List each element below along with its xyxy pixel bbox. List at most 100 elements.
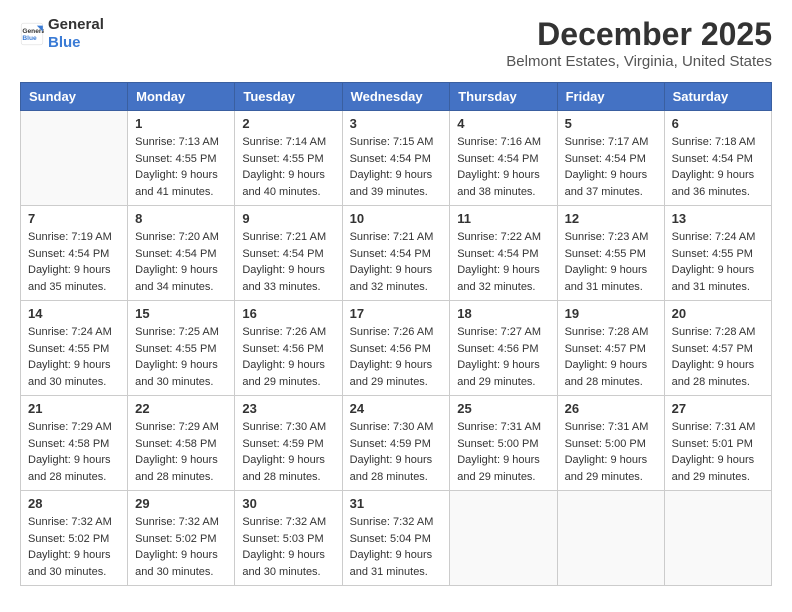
day-number: 11 bbox=[457, 211, 549, 226]
calendar-header-monday: Monday bbox=[128, 83, 235, 111]
day-info: Sunrise: 7:21 AMSunset: 4:54 PMDaylight:… bbox=[350, 229, 443, 295]
svg-text:Blue: Blue bbox=[22, 35, 37, 42]
day-number: 28 bbox=[28, 496, 120, 511]
day-info: Sunrise: 7:24 AMSunset: 4:55 PMDaylight:… bbox=[672, 229, 764, 295]
calendar-header-tuesday: Tuesday bbox=[235, 83, 342, 111]
day-number: 2 bbox=[242, 116, 334, 131]
day-number: 21 bbox=[28, 401, 120, 416]
calendar-header-saturday: Saturday bbox=[664, 83, 771, 111]
day-info: Sunrise: 7:22 AMSunset: 4:54 PMDaylight:… bbox=[457, 229, 549, 295]
calendar-cell bbox=[664, 491, 771, 586]
day-number: 23 bbox=[242, 401, 334, 416]
day-info: Sunrise: 7:17 AMSunset: 4:54 PMDaylight:… bbox=[565, 134, 657, 200]
calendar-cell: 10 Sunrise: 7:21 AMSunset: 4:54 PMDayligh… bbox=[342, 206, 450, 301]
calendar-cell: 21 Sunrise: 7:29 AMSunset: 4:58 PMDayligh… bbox=[21, 396, 128, 491]
calendar-cell: 18 Sunrise: 7:27 AMSunset: 4:56 PMDayligh… bbox=[450, 301, 557, 396]
calendar-cell: 23 Sunrise: 7:30 AMSunset: 4:59 PMDayligh… bbox=[235, 396, 342, 491]
calendar-header-friday: Friday bbox=[557, 83, 664, 111]
calendar-cell: 30 Sunrise: 7:32 AMSunset: 5:03 PMDayligh… bbox=[235, 491, 342, 586]
day-info: Sunrise: 7:31 AMSunset: 5:00 PMDaylight:… bbox=[565, 419, 657, 485]
calendar-cell bbox=[557, 491, 664, 586]
day-number: 16 bbox=[242, 306, 334, 321]
day-number: 6 bbox=[672, 116, 764, 131]
calendar-cell: 24 Sunrise: 7:30 AMSunset: 4:59 PMDayligh… bbox=[342, 396, 450, 491]
day-info: Sunrise: 7:28 AMSunset: 4:57 PMDaylight:… bbox=[672, 324, 764, 390]
day-number: 22 bbox=[135, 401, 227, 416]
day-number: 3 bbox=[350, 116, 443, 131]
calendar-header-wednesday: Wednesday bbox=[342, 83, 450, 111]
logo-icon: General Blue bbox=[20, 22, 44, 46]
day-info: Sunrise: 7:32 AMSunset: 5:02 PMDaylight:… bbox=[135, 514, 227, 580]
day-number: 5 bbox=[565, 116, 657, 131]
day-info: Sunrise: 7:20 AMSunset: 4:54 PMDaylight:… bbox=[135, 229, 227, 295]
day-info: Sunrise: 7:21 AMSunset: 4:54 PMDaylight:… bbox=[242, 229, 334, 295]
calendar-cell: 1Sunrise: 7:13 AMSunset: 4:55 PMDaylight… bbox=[128, 111, 235, 206]
day-number: 15 bbox=[135, 306, 227, 321]
calendar-cell: 26 Sunrise: 7:31 AMSunset: 5:00 PMDayligh… bbox=[557, 396, 664, 491]
calendar-week-4: 21 Sunrise: 7:29 AMSunset: 4:58 PMDayligh… bbox=[21, 396, 772, 491]
calendar-cell: 16 Sunrise: 7:26 AMSunset: 4:56 PMDayligh… bbox=[235, 301, 342, 396]
calendar-table: SundayMondayTuesdayWednesdayThursdayFrid… bbox=[20, 82, 772, 586]
day-info: Sunrise: 7:14 AMSunset: 4:55 PMDaylight:… bbox=[242, 134, 334, 200]
calendar-cell: 15 Sunrise: 7:25 AMSunset: 4:55 PMDayligh… bbox=[128, 301, 235, 396]
day-info: Sunrise: 7:32 AMSunset: 5:02 PMDaylight:… bbox=[28, 514, 120, 580]
day-number: 18 bbox=[457, 306, 549, 321]
day-info: Sunrise: 7:28 AMSunset: 4:57 PMDaylight:… bbox=[565, 324, 657, 390]
day-info: Sunrise: 7:24 AMSunset: 4:55 PMDaylight:… bbox=[28, 324, 120, 390]
calendar-cell: 19 Sunrise: 7:28 AMSunset: 4:57 PMDayligh… bbox=[557, 301, 664, 396]
calendar-cell: 12Sunrise: 7:23 AMSunset: 4:55 PMDayligh… bbox=[557, 206, 664, 301]
logo-blue: Blue bbox=[48, 34, 104, 52]
day-info: Sunrise: 7:19 AMSunset: 4:54 PMDaylight:… bbox=[28, 229, 120, 295]
calendar-cell: 2 Sunrise: 7:14 AMSunset: 4:55 PMDaylight… bbox=[235, 111, 342, 206]
calendar-cell: 11 Sunrise: 7:22 AMSunset: 4:54 PMDayligh… bbox=[450, 206, 557, 301]
location-title: Belmont Estates, Virginia, United States bbox=[506, 53, 772, 70]
day-number: 17 bbox=[350, 306, 443, 321]
day-number: 31 bbox=[350, 496, 443, 511]
calendar-cell bbox=[450, 491, 557, 586]
day-number: 30 bbox=[242, 496, 334, 511]
day-info: Sunrise: 7:18 AMSunset: 4:54 PMDaylight:… bbox=[672, 134, 764, 200]
calendar-week-1: 1Sunrise: 7:13 AMSunset: 4:55 PMDaylight… bbox=[21, 111, 772, 206]
day-number: 26 bbox=[565, 401, 657, 416]
day-info: Sunrise: 7:16 AMSunset: 4:54 PMDaylight:… bbox=[457, 134, 549, 200]
calendar-cell bbox=[21, 111, 128, 206]
day-number: 27 bbox=[672, 401, 764, 416]
day-number: 19 bbox=[565, 306, 657, 321]
calendar-cell: 8Sunrise: 7:20 AMSunset: 4:54 PMDaylight… bbox=[128, 206, 235, 301]
day-info: Sunrise: 7:25 AMSunset: 4:55 PMDaylight:… bbox=[135, 324, 227, 390]
day-info: Sunrise: 7:32 AMSunset: 5:03 PMDaylight:… bbox=[242, 514, 334, 580]
calendar-cell: 27 Sunrise: 7:31 AMSunset: 5:01 PMDayligh… bbox=[664, 396, 771, 491]
day-number: 10 bbox=[350, 211, 443, 226]
calendar-cell: 25Sunrise: 7:31 AMSunset: 5:00 PMDayligh… bbox=[450, 396, 557, 491]
logo-general: General bbox=[48, 16, 104, 34]
day-info: Sunrise: 7:27 AMSunset: 4:56 PMDaylight:… bbox=[457, 324, 549, 390]
day-info: Sunrise: 7:26 AMSunset: 4:56 PMDaylight:… bbox=[242, 324, 334, 390]
calendar-cell: 22Sunrise: 7:29 AMSunset: 4:58 PMDayligh… bbox=[128, 396, 235, 491]
day-info: Sunrise: 7:32 AMSunset: 5:04 PMDaylight:… bbox=[350, 514, 443, 580]
day-number: 24 bbox=[350, 401, 443, 416]
day-info: Sunrise: 7:31 AMSunset: 5:01 PMDaylight:… bbox=[672, 419, 764, 485]
calendar-header-row: SundayMondayTuesdayWednesdayThursdayFrid… bbox=[21, 83, 772, 111]
calendar-cell: 4 Sunrise: 7:16 AMSunset: 4:54 PMDaylight… bbox=[450, 111, 557, 206]
day-info: Sunrise: 7:30 AMSunset: 4:59 PMDaylight:… bbox=[350, 419, 443, 485]
page-header: General Blue General Blue December 2025 … bbox=[20, 16, 772, 70]
calendar-cell: 7 Sunrise: 7:19 AMSunset: 4:54 PMDaylight… bbox=[21, 206, 128, 301]
calendar-cell: 20Sunrise: 7:28 AMSunset: 4:57 PMDayligh… bbox=[664, 301, 771, 396]
calendar-header-sunday: Sunday bbox=[21, 83, 128, 111]
day-number: 7 bbox=[28, 211, 120, 226]
calendar-cell: 31 Sunrise: 7:32 AMSunset: 5:04 PMDayligh… bbox=[342, 491, 450, 586]
day-number: 29 bbox=[135, 496, 227, 511]
calendar-cell: 5 Sunrise: 7:17 AMSunset: 4:54 PMDaylight… bbox=[557, 111, 664, 206]
day-info: Sunrise: 7:29 AMSunset: 4:58 PMDaylight:… bbox=[28, 419, 120, 485]
day-number: 12 bbox=[565, 211, 657, 226]
calendar-cell: 13Sunrise: 7:24 AMSunset: 4:55 PMDayligh… bbox=[664, 206, 771, 301]
title-area: December 2025 Belmont Estates, Virginia,… bbox=[506, 16, 772, 70]
calendar-cell: 17 Sunrise: 7:26 AMSunset: 4:56 PMDayligh… bbox=[342, 301, 450, 396]
day-info: Sunrise: 7:30 AMSunset: 4:59 PMDaylight:… bbox=[242, 419, 334, 485]
day-number: 4 bbox=[457, 116, 549, 131]
calendar-cell: 6 Sunrise: 7:18 AMSunset: 4:54 PMDaylight… bbox=[664, 111, 771, 206]
day-info: Sunrise: 7:26 AMSunset: 4:56 PMDaylight:… bbox=[350, 324, 443, 390]
calendar-cell: 9Sunrise: 7:21 AMSunset: 4:54 PMDaylight… bbox=[235, 206, 342, 301]
day-number: 25 bbox=[457, 401, 549, 416]
day-number: 1 bbox=[135, 116, 227, 131]
